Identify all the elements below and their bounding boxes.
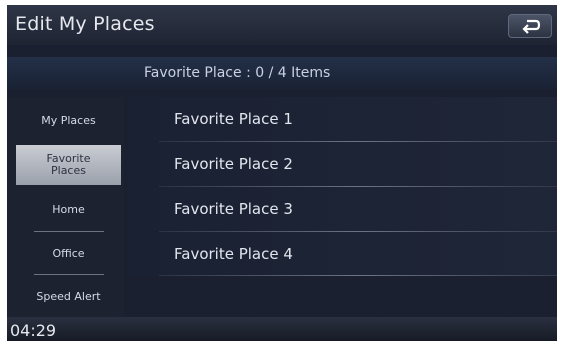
- back-button[interactable]: [508, 14, 552, 38]
- sidebar: My Places Favorite Places Home Office Sp…: [7, 97, 124, 317]
- tab-label: Home: [52, 203, 85, 216]
- tab-label: Speed Alert: [36, 290, 101, 303]
- list-item[interactable]: Favorite Place 1: [129, 97, 557, 141]
- list-item-label: Favorite Place 1: [174, 110, 293, 128]
- tab-label: Office: [52, 247, 85, 260]
- tab-divider: [34, 274, 104, 275]
- tab-favorite-places[interactable]: Favorite Places: [16, 145, 121, 185]
- clock: 04:29: [10, 321, 57, 340]
- favorite-places-list: Favorite Place 1 Favorite Place 2 Favori…: [129, 97, 557, 317]
- list-item-label: Favorite Place 2: [174, 155, 293, 173]
- tab-home[interactable]: Home: [16, 191, 121, 229]
- edit-my-places-screen: Edit My Places Favorite Place : 0 / 4 It…: [7, 5, 557, 341]
- list-item-label: Favorite Place 4: [174, 245, 293, 263]
- header-bar: Edit My Places: [7, 5, 557, 45]
- tab-label: My Places: [41, 114, 96, 127]
- list-item[interactable]: Favorite Place 3: [129, 187, 557, 231]
- tab-divider: [34, 231, 104, 232]
- tab-label: Favorite Places: [46, 152, 91, 177]
- list-item[interactable]: Favorite Place 4: [129, 232, 557, 276]
- list-item-label: Favorite Place 3: [174, 200, 293, 218]
- tab-my-places[interactable]: My Places: [16, 102, 121, 140]
- list-item[interactable]: Favorite Place 2: [129, 142, 557, 186]
- page-title: Edit My Places: [15, 13, 155, 35]
- back-arrow-icon: [522, 19, 541, 34]
- status-bar: [7, 317, 557, 341]
- tab-speed-alert[interactable]: Speed Alert: [16, 278, 121, 316]
- favorite-count-label: Favorite Place : 0 / 4 Items: [144, 65, 331, 81]
- list-divider: [159, 275, 557, 276]
- tab-office[interactable]: Office: [16, 235, 121, 273]
